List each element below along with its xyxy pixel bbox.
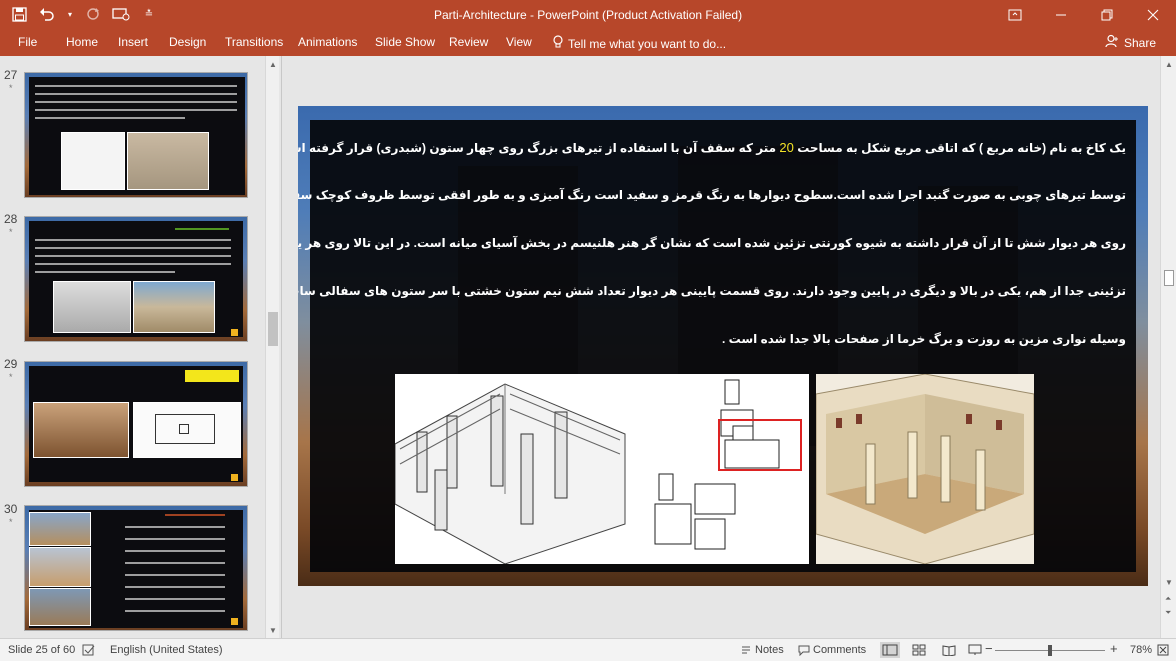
notes-icon	[740, 644, 752, 659]
slideshow-view-icon[interactable]	[968, 644, 982, 659]
ribbon-display-icon[interactable]	[992, 0, 1038, 30]
title-bar: ▾ ≛ Parti-Architecture - PowerPoint (Pro…	[0, 0, 1176, 30]
animation-star-icon: *	[9, 83, 13, 93]
share-label: Share	[1123, 35, 1156, 50]
slide-text-line: وسیله نواری مزین به روزت و برگ خرما از ص…	[721, 332, 1126, 346]
text-panel[interactable]: یک کاخ به نام (خانه مربع ) که اتاقی مربع…	[298, 120, 1136, 572]
tab-slide-show[interactable]: Slide Show	[375, 35, 435, 49]
scroll-thumb[interactable]	[1164, 270, 1174, 286]
reading-view-icon[interactable]	[942, 644, 956, 659]
minimize-icon[interactable]	[1038, 0, 1084, 30]
close-icon[interactable]	[1130, 0, 1176, 30]
tell-me-label: Tell me what you want to do...	[568, 36, 727, 51]
restore-icon[interactable]	[1084, 0, 1130, 30]
slide-thumbnails-pane: 27 * 28 * 29 * 30 *	[0, 56, 282, 638]
slide-text-line: توسط تیرهای چوبی به صورت گنبد اجرا شده ا…	[298, 188, 1126, 202]
zoom-slider-thumb[interactable]	[1048, 645, 1052, 656]
person-icon	[1105, 34, 1119, 51]
slide-number: 29	[4, 357, 18, 371]
slide-text-line: تزئینی جدا از هم، یکی در بالا و دیگری در…	[298, 284, 1126, 298]
slide-text-line: یک کاخ به نام (خانه مربع ) که اتاقی مربع…	[298, 140, 1126, 155]
slide-thumbnail-28[interactable]	[24, 216, 248, 342]
fit-to-window-icon[interactable]	[1157, 644, 1169, 659]
tab-insert[interactable]: Insert	[118, 35, 148, 49]
slide-number: 30	[4, 502, 18, 516]
spell-check-icon[interactable]	[82, 644, 96, 659]
tab-home[interactable]: Home	[66, 35, 98, 49]
tab-file[interactable]: File	[18, 35, 37, 49]
columns-sketch-and-plan-image[interactable]	[395, 374, 809, 564]
hall-reconstruction-image[interactable]	[816, 374, 1034, 564]
slide-scrollbar[interactable]: ▲ ▼ ⏶ ⏷	[1160, 56, 1176, 638]
window-controls	[992, 0, 1176, 30]
ribbon-tabs: File Home Insert Design Transitions Anim…	[0, 30, 1176, 56]
scroll-thumb[interactable]	[268, 312, 278, 346]
animation-star-icon: *	[9, 372, 13, 382]
next-slide-icon[interactable]: ⏷	[1165, 608, 1171, 618]
tab-view[interactable]: View	[506, 35, 532, 49]
scroll-up-icon[interactable]: ▲	[269, 60, 277, 69]
tab-design[interactable]: Design	[169, 35, 206, 49]
animation-star-icon: *	[9, 517, 13, 527]
slide-sorter-icon[interactable]	[912, 644, 926, 659]
zoom-out-icon[interactable]: −	[985, 641, 993, 656]
notes-button[interactable]: Notes	[755, 644, 784, 656]
share-button[interactable]: Share	[1105, 34, 1156, 51]
thumbnails-scrollbar[interactable]: ▲ ▼	[265, 56, 279, 638]
current-slide[interactable]: یک کاخ به نام (خانه مربع ) که اتاقی مربع…	[298, 106, 1148, 586]
slide-text-line: روی هر دیوار شش تا از آن قرار داشته به ش…	[298, 236, 1126, 250]
slide-number: 27	[4, 68, 18, 82]
tell-me-box[interactable]: Tell me what you want to do...	[553, 35, 726, 52]
slide-thumbnail-30[interactable]	[24, 505, 248, 631]
animation-star-icon: *	[9, 227, 13, 237]
comments-icon	[798, 644, 810, 659]
slide-thumbnail-27[interactable]	[24, 72, 248, 198]
tab-transitions[interactable]: Transitions	[225, 35, 283, 49]
language-indicator[interactable]: English (United States)	[110, 644, 223, 656]
lightbulb-icon	[553, 35, 563, 52]
slide-editor: یک کاخ به نام (خانه مربع ) که اتاقی مربع…	[283, 56, 1160, 638]
tab-review[interactable]: Review	[449, 35, 488, 49]
zoom-level[interactable]: 78%	[1130, 644, 1152, 656]
tab-animations[interactable]: Animations	[298, 35, 357, 49]
status-bar: Slide 25 of 60 English (United States) N…	[0, 638, 1176, 661]
slide-number: 28	[4, 212, 18, 226]
scroll-down-icon[interactable]: ▼	[269, 626, 277, 635]
scroll-down-icon[interactable]: ▼	[1165, 578, 1173, 587]
slide-counter: Slide 25 of 60	[8, 644, 76, 656]
comments-button[interactable]: Comments	[813, 644, 866, 656]
scroll-up-icon[interactable]: ▲	[1165, 60, 1173, 69]
slide-thumbnail-29[interactable]	[24, 361, 248, 487]
powerpoint-window: ▾ ≛ Parti-Architecture - PowerPoint (Pro…	[0, 0, 1176, 661]
normal-view-icon[interactable]	[880, 642, 900, 658]
previous-slide-icon[interactable]: ⏶	[1165, 594, 1171, 604]
zoom-in-icon[interactable]: +	[1110, 641, 1118, 656]
